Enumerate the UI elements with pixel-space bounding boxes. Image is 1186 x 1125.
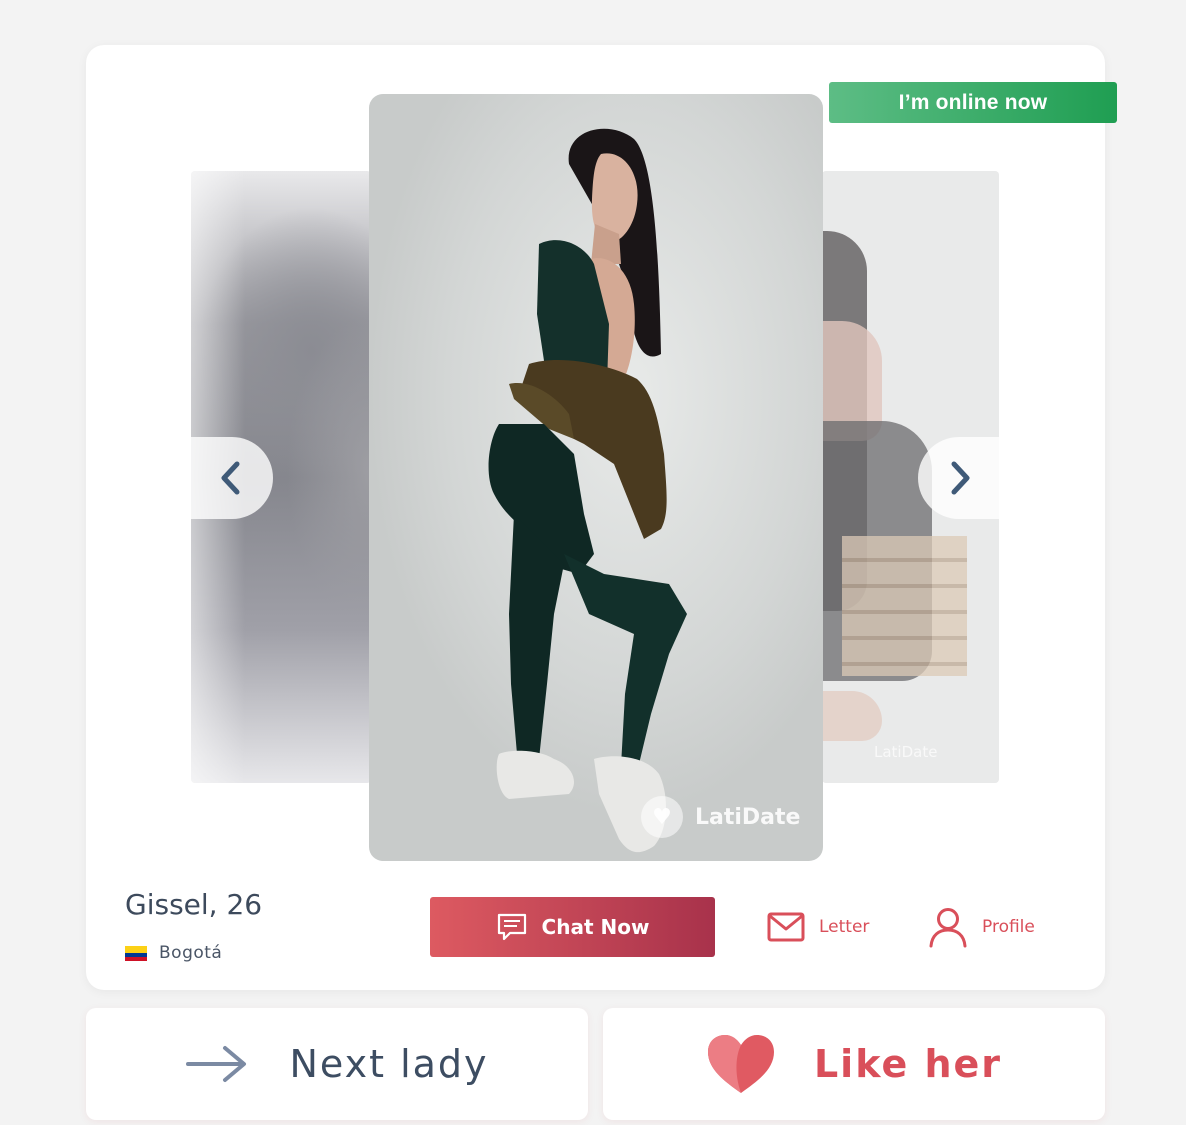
profile-location: Bogotá [125, 943, 222, 963]
letter-button[interactable]: Letter [767, 904, 869, 950]
chat-now-label: Chat Now [541, 915, 650, 939]
profile-label: Profile [982, 917, 1035, 937]
woman-portrait-illustration [488, 128, 687, 853]
like-her-label: Like her [813, 1042, 1003, 1086]
profile-name-age: Gissel, 26 [125, 888, 263, 921]
latidate-logo-icon: ♥ [641, 796, 683, 838]
next-lady-label: Next lady [289, 1042, 489, 1086]
arrow-right-icon [186, 1046, 247, 1082]
next-photo-button[interactable] [918, 437, 1000, 519]
envelope-icon [767, 912, 805, 942]
online-status-badge: I’m online now [829, 82, 1117, 123]
chat-bubble-icon [497, 913, 526, 941]
heart-icon [707, 1035, 774, 1093]
profile-button[interactable]: Profile [928, 904, 1035, 950]
letter-label: Letter [819, 917, 870, 937]
chevron-left-icon [221, 461, 240, 495]
watermark-text: LatiDate [695, 804, 801, 830]
like-her-button[interactable]: Like her [603, 1008, 1105, 1120]
chat-now-button[interactable]: Chat Now [430, 897, 715, 957]
user-icon [929, 908, 967, 948]
colombia-flag-icon [125, 945, 147, 961]
chevron-right-icon [951, 461, 970, 495]
city-label: Bogotá [159, 943, 223, 963]
main-profile-photo[interactable]: ♥ LatiDate [369, 94, 823, 861]
previous-photo-button[interactable] [191, 437, 273, 519]
photo-watermark: ♥ LatiDate [641, 796, 800, 838]
side-watermark: LatiDate [874, 743, 938, 761]
next-lady-button[interactable]: Next lady [86, 1008, 588, 1120]
